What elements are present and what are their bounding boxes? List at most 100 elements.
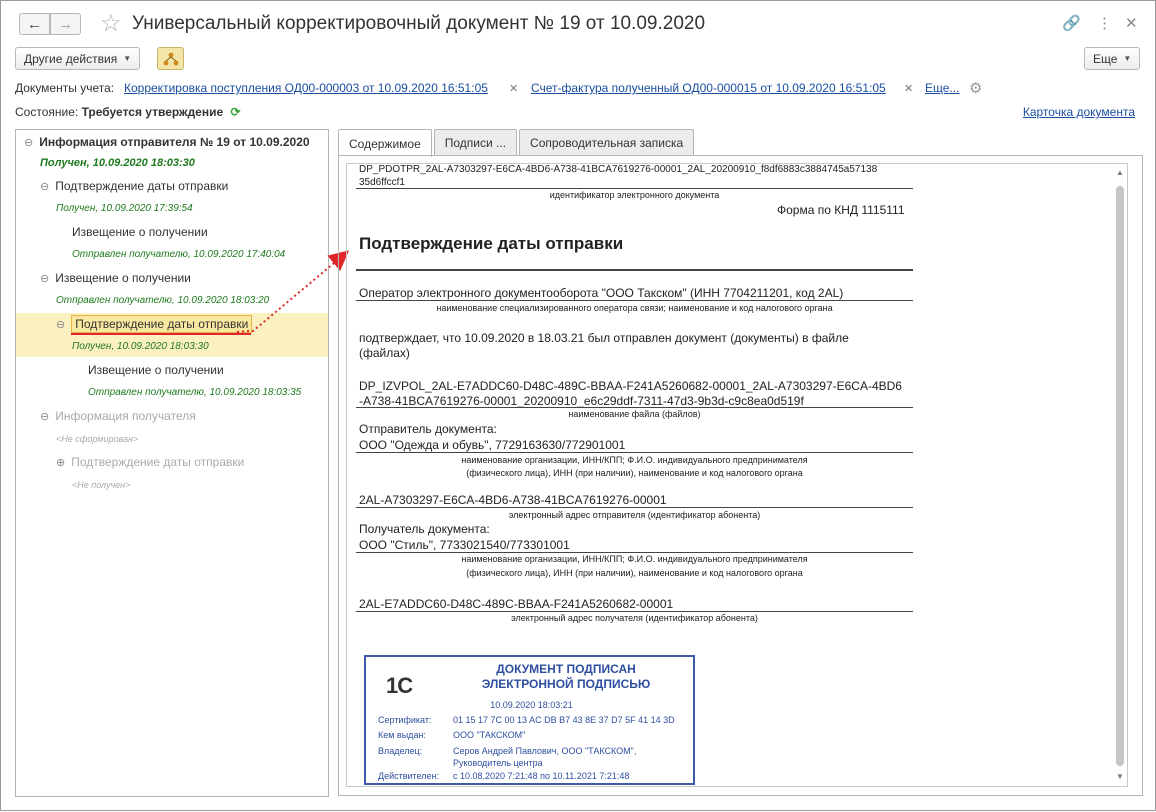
stamp-issuer: ООО "ТАКСКОМ" [453,730,526,740]
doc-sender-address: 2AL-A7303297-E6CA-4BD6-A738-41BCA7619276… [359,493,667,507]
doc-operator-caption: наименование специализированного операто… [436,303,833,313]
doc-confirm-line-1: подтверждает, что 10.09.2020 в 18.03.21 … [359,331,849,345]
stamp-title-1: ДОКУМЕНТ ПОДПИСАН [496,662,636,676]
collapse-icon[interactable]: ⊖ [56,319,65,331]
doc-org-caption-1: наименование организации, ИНН/КПП; Ф.И.О… [461,455,808,465]
doc-org-caption-1: наименование организации, ИНН/КПП; Ф.И.О… [461,554,808,564]
stamp-issuer-label: Кем выдан: [378,730,426,740]
remove-link-2-icon[interactable]: ✕ [904,82,913,95]
tree-node-3[interactable]: ⊖ Подтверждение даты отправки [56,315,253,333]
doc-sender-label: Отправитель документа: [359,422,497,436]
tree-node-4[interactable]: ⊖ Информация получателя [40,409,196,423]
collapse-icon[interactable]: ⊖ [40,273,49,285]
collapse-icon[interactable]: ⊖ [24,137,33,149]
tree-node-2[interactable]: ⊖ Извещение о получении [40,271,191,285]
doc-id-line-2: 35d6ffccf1 [359,177,405,188]
tree-node-3a-status: Отправлен получателю, 10.09.2020 18:03:3… [88,387,302,398]
doc-recipient-label: Получатель документа: [359,522,490,536]
tab-cover-note[interactable]: Сопроводительная записка [519,129,695,156]
stamp-valid-label: Действителен: [378,771,440,781]
favorite-star-icon[interactable]: ☆ [100,9,122,38]
state-label: Состояние: [15,105,79,119]
scrollbar-thumb[interactable] [1116,186,1124,766]
content-tabs: Содержимое Подписи ... Сопроводительная … [338,129,696,157]
doc-org-caption-2: (физического лица), ИНН (при наличии), н… [466,468,803,478]
logo-1c: 1С [386,673,413,698]
tree-node-4-status: <Не сформирован> [56,434,139,444]
divider [356,552,913,553]
arrow-left-icon: ← [27,15,42,33]
tree-node-3a[interactable]: Извещение о получении [88,363,224,377]
document-window: ← → ☆ Универсальный корректировочный док… [0,0,1156,811]
doc-recipient: ООО "Стиль", 7733021540/773301001 [359,538,570,552]
doc-org-caption-2: (физического лица), ИНН (при наличии), н… [466,568,803,578]
close-icon[interactable]: ✕ [1125,14,1138,32]
accounting-doc-link-1[interactable]: Корректировка поступления ОД00-000003 от… [124,81,488,97]
scroll-up-icon[interactable]: ▲ [1116,168,1124,177]
exchange-tree: ⊖ Информация отправителя № 19 от 10.09.20… [15,129,329,797]
divider [356,269,913,271]
doc-id-caption: идентификатор электронного документа [549,190,720,200]
divider [356,300,913,301]
refresh-icon[interactable]: ⟳ [231,105,241,119]
tree-node-1a[interactable]: Извещение о получении [72,225,208,239]
divider [356,507,913,508]
link-icon[interactable]: 🔗 [1062,14,1081,32]
doc-confirm-line-2: (файлах) [359,346,410,360]
collapse-icon[interactable]: ⊖ [40,181,49,193]
other-actions-button[interactable]: Другие действия ▼ [15,47,141,70]
tab-signatures[interactable]: Подписи ... [433,129,518,156]
document-scrollbar[interactable]: ▲ ▼ [1113,164,1127,786]
doc-file-line-2: -A738-41BCA7619276-00001_20200910_e6c29d… [359,394,804,408]
more-vertical-icon[interactable]: ⋮ [1097,14,1112,32]
doc-form-label: Форма по КНД 1115111 [777,203,905,217]
tree-node-1-status: Получен, 10.09.2020 17:39:54 [56,203,193,214]
divider [356,407,913,408]
tree-node-1a-status: Отправлен получателю, 10.09.2020 17:40:0… [72,249,286,260]
doc-file-caption: наименование файла (файлов) [568,409,701,419]
more-label: Еще [1093,51,1118,66]
remove-link-1-icon[interactable]: ✕ [509,82,518,95]
tree-node-3-status: Получен, 10.09.2020 18:03:30 [72,341,209,352]
doc-recipient-address-caption: электронный адрес получателя (идентифика… [511,613,758,623]
more-button[interactable]: Еще ▼ [1084,47,1141,70]
expand-icon[interactable]: ⊕ [56,457,65,469]
doc-operator: Оператор электронного документооборота "… [359,286,844,300]
chevron-down-icon: ▼ [1123,54,1132,63]
tree-node-4a[interactable]: ⊕ Подтверждение даты отправки [56,455,244,469]
stamp-title-2: ЭЛЕКТРОННОЙ ПОДПИСЬЮ [481,677,651,691]
tree-node-1[interactable]: ⊖ Подтверждение даты отправки [40,179,228,193]
scroll-down-icon[interactable]: ▼ [1116,772,1124,781]
stamp-cert-label: Сертификат: [378,715,432,725]
doc-file-line-1: DP_IZVPOL_2AL-E7ADDC60-D48C-489C-BBAA-F2… [359,379,902,393]
window-title: Универсальный корректировочный документ … [132,13,706,34]
doc-heading: Подтверждение даты отправки [359,234,624,253]
tree-node-4a-status: <Не получен> [72,480,131,490]
doc-recipient-address: 2AL-E7ADDC60-D48C-489C-BBAA-F241A5260682… [359,597,674,611]
doc-sender: ООО "Одежда и обувь", 7729163630/7729010… [359,438,626,452]
accounting-doc-link-2[interactable]: Счет-фактура полученный ОД00-000015 от 1… [531,81,886,97]
stamp-owner-1: Серов Андрей Павлович, ООО "ТАКСКОМ", [453,746,637,756]
accounting-docs-more-link[interactable]: Еще... [925,81,959,97]
tree-node-root-status: Получен, 10.09.2020 18:03:30 [40,157,195,169]
stamp-cert: 01 15 17 7C 00 13 AC DB B7 43 8E 37 D7 5… [453,715,675,725]
doc-id-line-1: DP_PDOTPR_2AL-A7303297-E6CA-4BD6-A738-41… [359,164,878,175]
document-card-link[interactable]: Карточка документа [1023,105,1135,119]
tree-node-root[interactable]: ⊖ Информация отправителя № 19 от 10.09.20… [24,135,310,149]
tree-view-button[interactable] [157,47,184,70]
stamp-valid: с 10.08.2020 7:21:48 по 10.11.2021 7:21:… [453,771,630,781]
divider [356,452,913,453]
collapse-icon[interactable]: ⊖ [40,411,49,423]
tree-node-2-status: Отправлен получателю, 10.09.2020 18:03:2… [56,295,270,306]
stamp-date: 10.09.2020 18:03:21 [490,700,573,710]
signature-stamp: 1С ДОКУМЕНТ ПОДПИСАН ЭЛЕКТРОННОЙ ПОДПИСЬ… [364,655,695,785]
other-actions-label: Другие действия [24,51,118,66]
state-row: Состояние: Требуется утверждение ⟳ [15,105,241,119]
chevron-down-icon: ▼ [123,54,132,63]
back-button[interactable]: ← [19,13,50,35]
stamp-owner-label: Владелец: [378,746,423,756]
forward-button[interactable]: → [50,13,81,35]
divider [356,611,913,612]
gear-icon[interactable]: ⚙ [969,79,982,97]
tab-content[interactable]: Содержимое [338,129,432,157]
